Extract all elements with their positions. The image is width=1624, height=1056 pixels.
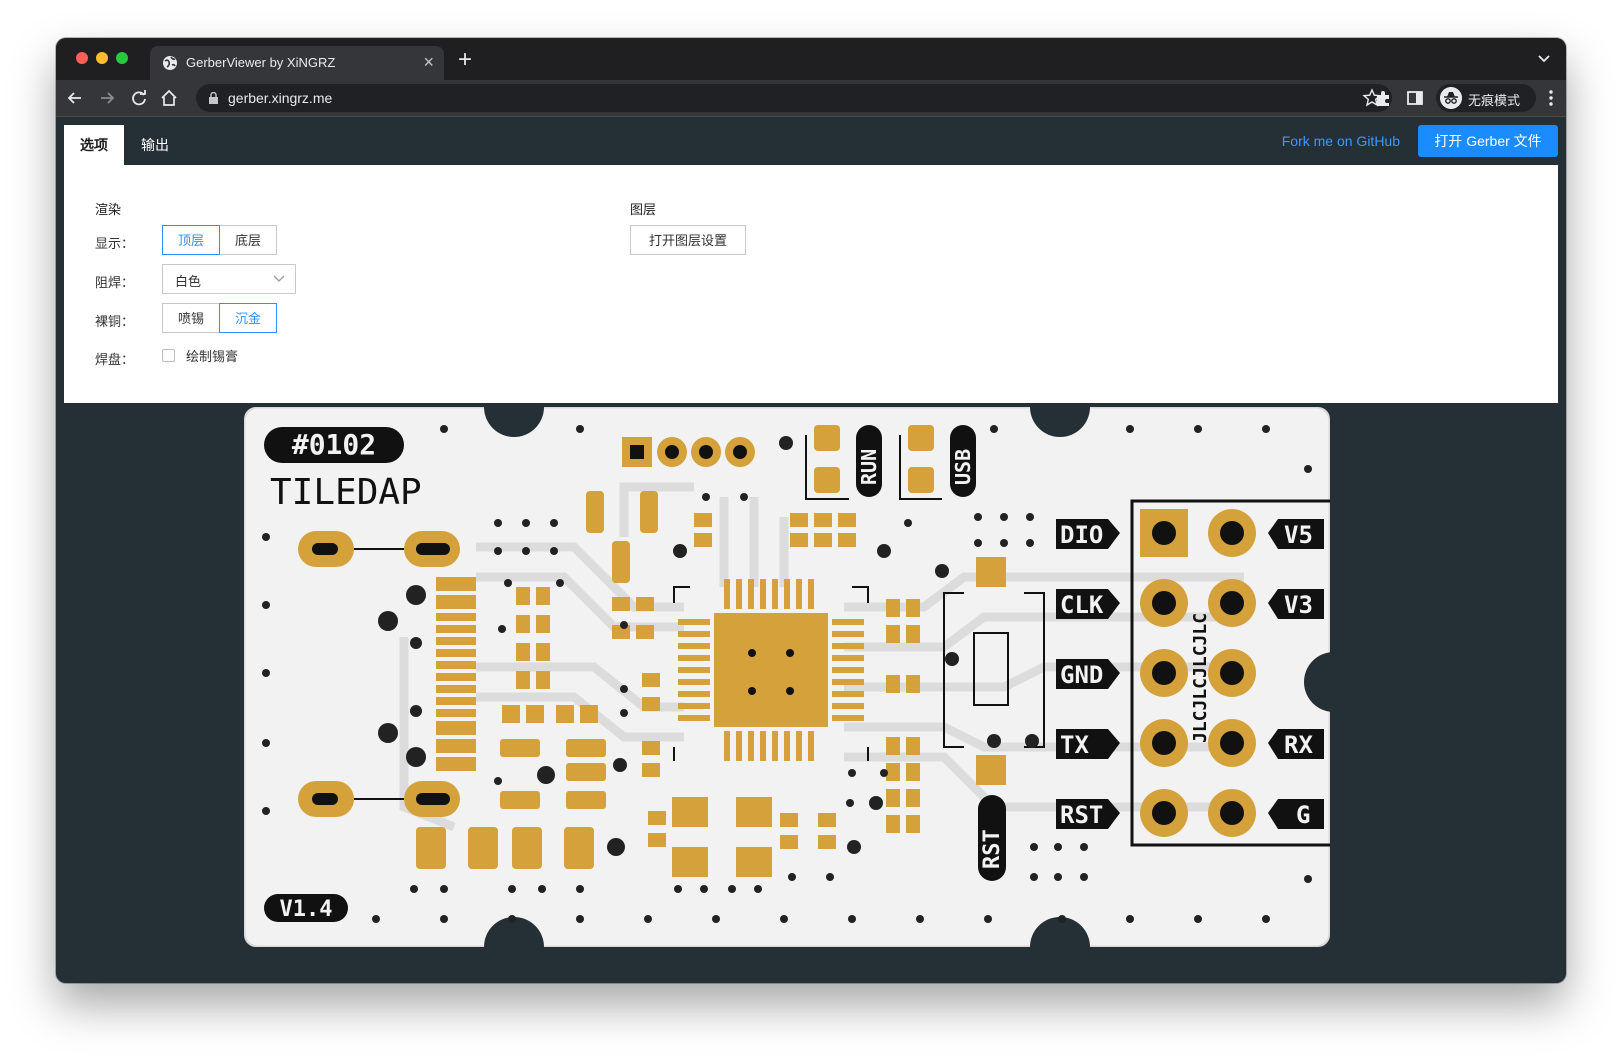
rst-button-label: RST (980, 829, 1005, 869)
app-tab-bar: 选项 输出 Fork me on GitHub 打开 Gerber 文件 (56, 117, 1566, 165)
extensions-icon[interactable] (1372, 87, 1394, 109)
pin-label-v3: V3 (1284, 591, 1313, 619)
incognito-icon (1440, 87, 1462, 109)
board-id-text: #0102 (292, 428, 376, 461)
display-bottom-button[interactable]: 底层 (219, 225, 277, 255)
pcb-render[interactable]: #0102 TILEDAP V1.4 RUN USB RST JLCJLCJLC… (244, 407, 1330, 947)
menu-dots-icon[interactable] (1540, 87, 1562, 109)
run-label: RUN (857, 449, 881, 485)
options-panel: 渲染 显示： 顶层 底层 阻焊： 白色 裸铜： 喷锡 沉金 焊盘： 绘制锡膏 图… (64, 165, 1558, 403)
pin-label-rst: RST (1060, 801, 1103, 829)
tab-output[interactable]: 输出 (130, 125, 180, 165)
back-icon[interactable] (64, 87, 86, 109)
close-icon[interactable]: × (423, 52, 434, 73)
url-text: gerber.xingrz.me (228, 90, 333, 106)
vertical-silk-text: JLCJLCJLCJLC (1190, 613, 1211, 743)
mask-color-value: 白色 (175, 274, 202, 289)
tab-title: GerberViewer by XiNGRZ (186, 55, 336, 70)
paste-checkbox-label[interactable]: 绘制锡膏 (186, 346, 238, 365)
minimize-window-button[interactable] (96, 52, 108, 64)
pin-label-tx: TX (1060, 731, 1089, 759)
globe-icon (163, 56, 177, 70)
browser-window: GerberViewer by XiNGRZ × + gerber.xingrz… (56, 38, 1566, 983)
title-bar: GerberViewer by XiNGRZ × + (56, 38, 1566, 80)
tab-options[interactable]: 选项 (64, 125, 124, 165)
browser-toolbar: gerber.xingrz.me 无痕模式 (56, 80, 1566, 117)
profile-label: 无痕模式 (1468, 93, 1521, 108)
pad-label: 焊盘： (95, 352, 135, 367)
new-tab-button[interactable]: + (458, 46, 472, 74)
gerber-viewer-app: 选项 输出 Fork me on GitHub 打开 Gerber 文件 渲染 … (56, 117, 1566, 983)
address-bar[interactable]: gerber.xingrz.me (196, 84, 1392, 112)
mask-label: 阻焊： (95, 275, 135, 290)
lock-icon (209, 92, 218, 104)
pin-label-clk: CLK (1060, 591, 1104, 619)
display-top-button[interactable]: 顶层 (162, 225, 220, 255)
chevron-down-icon[interactable] (1534, 48, 1554, 68)
github-link[interactable]: Fork me on GitHub (1282, 133, 1400, 149)
home-icon[interactable] (158, 87, 180, 109)
open-gerber-button[interactable]: 打开 Gerber 文件 (1418, 125, 1558, 157)
copper-enig-button[interactable]: 沉金 (219, 303, 277, 333)
mask-color-select[interactable]: 白色 (162, 264, 296, 294)
version-text: V1.4 (280, 897, 333, 922)
board-name-text: TILEDAP (270, 472, 422, 513)
pin-label-gnd: GND (1060, 661, 1103, 689)
pin-label-dio: DIO (1060, 521, 1103, 549)
open-layer-settings-button[interactable]: 打开图层设置 (630, 225, 746, 255)
display-label: 显示： (95, 236, 135, 251)
paste-checkbox[interactable] (162, 349, 175, 362)
maximize-window-button[interactable] (116, 52, 128, 64)
layers-section-title: 图层 (630, 202, 657, 217)
browser-tab[interactable]: GerberViewer by XiNGRZ × (150, 46, 444, 80)
close-window-button[interactable] (76, 52, 88, 64)
pin-label-v5: V5 (1284, 521, 1313, 549)
forward-icon[interactable] (96, 87, 118, 109)
usb-button-label: USB (951, 449, 975, 485)
chevron-down-icon (273, 275, 285, 282)
pin-label-rx: RX (1284, 731, 1313, 759)
incognito-badge[interactable]: 无痕模式 (1436, 84, 1536, 112)
reload-icon[interactable] (128, 87, 150, 109)
side-panel-icon[interactable] (1404, 87, 1426, 109)
copper-label: 裸铜： (95, 314, 135, 329)
copper-hasl-button[interactable]: 喷锡 (162, 303, 220, 333)
pin-label-g: G (1296, 801, 1310, 829)
usb-pins (436, 577, 476, 771)
render-section-title: 渲染 (95, 202, 122, 217)
